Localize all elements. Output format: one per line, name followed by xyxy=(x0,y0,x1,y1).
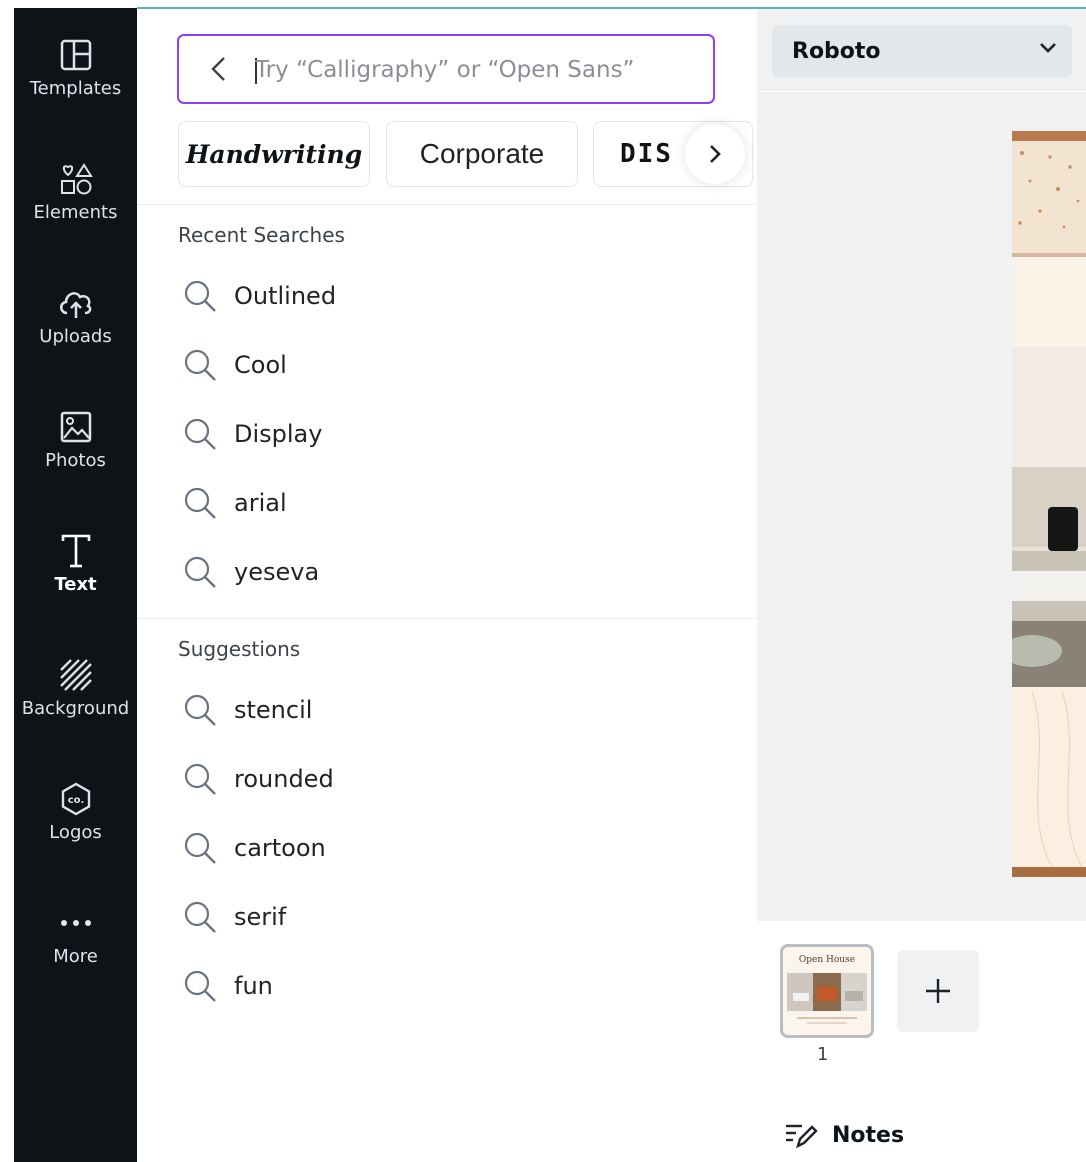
search-icon xyxy=(182,416,218,452)
thumbnail-graphic xyxy=(787,973,867,1024)
design-canvas[interactable] xyxy=(1012,131,1086,877)
suggestion-item[interactable]: stencil xyxy=(178,680,738,740)
suggestion-item[interactable]: serif xyxy=(178,887,738,947)
recent-search-item[interactable]: Display xyxy=(178,404,738,464)
recent-search-item[interactable]: yeseva xyxy=(178,542,738,602)
nav-item-uploads[interactable]: Uploads xyxy=(14,256,137,366)
text-icon xyxy=(59,532,93,570)
font-family-select[interactable]: Roboto xyxy=(772,25,1072,77)
uploads-icon xyxy=(56,284,96,322)
chevron-down-icon xyxy=(1040,43,1056,53)
recent-search-item[interactable]: arial xyxy=(178,473,738,533)
font-search-input[interactable] xyxy=(253,46,697,94)
nav-item-logos[interactable]: co. Logos xyxy=(14,752,137,862)
result-label: cartoon xyxy=(234,834,326,862)
svg-text:co.: co. xyxy=(67,795,84,806)
divider xyxy=(137,204,757,205)
nav-item-more[interactable]: More xyxy=(14,876,137,986)
suggestion-item[interactable]: rounded xyxy=(178,749,738,809)
more-icon xyxy=(58,904,94,942)
result-label: Cool xyxy=(234,351,287,379)
nav-label: Logos xyxy=(49,822,102,843)
recent-searches-title: Recent Searches xyxy=(178,223,345,247)
result-label: fun xyxy=(234,972,273,1000)
result-label: serif xyxy=(234,903,287,931)
editor-area: Roboto Open House 1 Notes xyxy=(757,9,1086,1162)
chip-handwriting[interactable]: Handwriting xyxy=(178,121,370,187)
elements-icon xyxy=(58,160,94,198)
chips-scroll-right-button[interactable] xyxy=(685,124,745,184)
page-thumbnail[interactable]: Open House xyxy=(780,944,874,1038)
result-label: rounded xyxy=(234,765,334,793)
logos-icon: co. xyxy=(58,780,94,818)
nav-label: Background xyxy=(21,698,130,719)
divider xyxy=(137,618,757,619)
result-label: arial xyxy=(234,489,287,517)
recent-search-item[interactable]: Cool xyxy=(178,335,738,395)
result-label: stencil xyxy=(234,696,313,724)
nav-label: Elements xyxy=(33,202,118,223)
canvas-preview-graphic xyxy=(1012,131,1086,877)
search-icon xyxy=(182,485,218,521)
nav-label: Uploads xyxy=(39,326,112,347)
plus-icon xyxy=(926,979,950,1003)
search-icon xyxy=(182,554,218,590)
nav-item-elements[interactable]: Elements xyxy=(14,132,137,242)
recent-search-item[interactable]: Outlined xyxy=(178,266,738,326)
toolbar-divider xyxy=(757,91,1086,92)
nav-label: Templates xyxy=(29,78,122,99)
side-nav: Templates Elements Uploads Photos Text B… xyxy=(14,8,137,1162)
chip-label: Corporate xyxy=(419,138,545,169)
templates-icon xyxy=(59,36,93,74)
search-icon xyxy=(182,830,218,866)
chip-label: Handwriting xyxy=(185,139,363,169)
notes-button[interactable]: Notes xyxy=(784,1121,904,1149)
suggestions-title: Suggestions xyxy=(178,637,301,661)
text-panel: Handwriting Corporate DIS Recent Searche… xyxy=(137,9,757,1162)
chip-label: DIS xyxy=(620,139,673,169)
nav-item-photos[interactable]: Photos xyxy=(14,380,137,490)
page-number: 1 xyxy=(817,1044,829,1065)
search-icon xyxy=(182,899,218,935)
notes-icon xyxy=(786,1124,818,1149)
font-search-box[interactable] xyxy=(177,34,715,104)
search-icon xyxy=(182,692,218,728)
result-label: Display xyxy=(234,420,323,448)
chip-corporate[interactable]: Corporate xyxy=(386,121,578,187)
nav-label: Photos xyxy=(45,450,106,471)
nav-label: Text xyxy=(54,574,97,595)
search-icon xyxy=(182,761,218,797)
photos-icon xyxy=(59,408,93,446)
notes-label: Notes xyxy=(832,1122,905,1148)
search-icon xyxy=(182,347,218,383)
nav-label: More xyxy=(53,946,98,967)
nav-item-text[interactable]: Text xyxy=(14,504,137,614)
result-label: Outlined xyxy=(234,282,337,310)
nav-item-templates[interactable]: Templates xyxy=(14,8,137,118)
nav-item-background[interactable]: Background xyxy=(14,628,137,738)
page-thumbnails: Open House 1 Notes xyxy=(757,921,1086,1162)
search-icon xyxy=(182,968,218,1004)
background-icon xyxy=(58,656,94,694)
chevron-right-icon xyxy=(710,145,721,163)
suggestion-item[interactable]: cartoon xyxy=(178,818,738,878)
font-select-value: Roboto xyxy=(792,38,881,64)
add-page-button[interactable] xyxy=(897,950,979,1032)
search-icon xyxy=(182,278,218,314)
result-label: yeseva xyxy=(234,558,320,586)
suggestion-item[interactable]: fun xyxy=(178,956,738,1016)
back-chevron-icon[interactable] xyxy=(207,54,231,84)
